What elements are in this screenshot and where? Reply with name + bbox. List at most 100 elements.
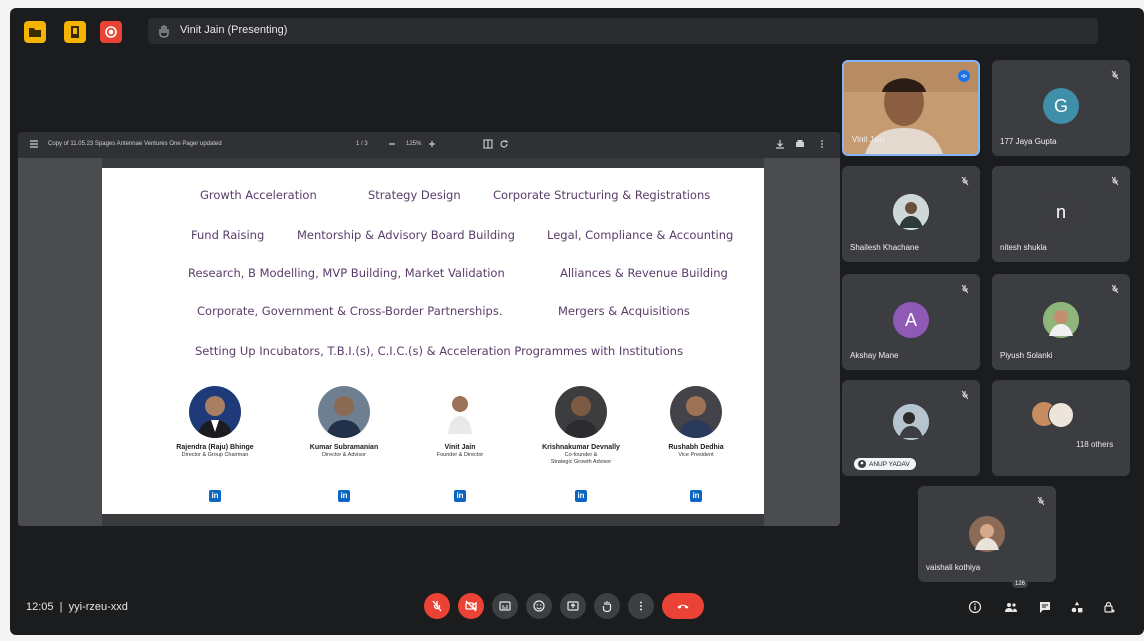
service-item: Corporate Structuring & Registrations <box>493 188 711 202</box>
emoji-button[interactable] <box>526 593 552 619</box>
participant-name: Vinit Jain <box>852 135 885 144</box>
shared-screen: Copy of 11.05.23 Spages Antennae Venture… <box>18 132 840 526</box>
people-button[interactable] <box>1002 598 1020 616</box>
team-member-role: Vice President <box>678 452 714 458</box>
zoom-in-icon[interactable] <box>426 138 438 150</box>
record-icon <box>105 26 117 38</box>
more-options-button[interactable] <box>628 593 654 619</box>
bookmark-icon-button[interactable] <box>64 21 86 43</box>
participant-name-chip: ANUP YADAV <box>854 458 916 470</box>
zoom-out-icon[interactable] <box>386 138 398 150</box>
fit-page-icon[interactable] <box>482 138 494 150</box>
zoom-level[interactable]: 125% <box>406 141 421 147</box>
participant-avatar <box>893 194 929 230</box>
service-item: Research, B Modelling, MVP Building, Mar… <box>188 266 505 280</box>
participant-avatar: A <box>893 302 929 338</box>
mic-off-icon <box>961 284 969 294</box>
raise-hand-button[interactable] <box>594 593 620 619</box>
participant-tile[interactable]: Shailesh Khachane <box>842 166 980 262</box>
team-member-photo <box>434 386 486 438</box>
rotate-icon[interactable] <box>498 138 510 150</box>
others-count: 118 others <box>1076 440 1114 449</box>
linkedin-icon[interactable]: in <box>454 490 466 502</box>
chat-button[interactable] <box>1036 598 1054 616</box>
participant-tile[interactable]: A Akshay Mane <box>842 274 980 370</box>
team-member: Vinit Jain Founder & Director <box>400 386 520 459</box>
camera-off-icon <box>465 600 477 612</box>
participant-name: ANUP YADAV <box>869 460 910 468</box>
leave-call-button[interactable] <box>662 593 704 619</box>
pdf-viewer-toolbar: Copy of 11.05.23 Spages Antennae Venture… <box>18 132 840 158</box>
record-button[interactable] <box>100 21 122 43</box>
service-item: Alliances & Revenue Building <box>560 266 728 280</box>
participant-avatar <box>893 404 929 440</box>
linkedin-icon[interactable]: in <box>690 490 702 502</box>
page-indicator[interactable]: 1 / 3 <box>356 141 368 147</box>
bottom-control-bar: 12:05 | yyi-rzeu-xxd <box>10 579 1144 635</box>
top-bar: Vinit Jain (Presenting) <box>10 8 1144 52</box>
service-item: Mergers & Acquisitions <box>558 304 690 318</box>
present-icon <box>567 601 579 611</box>
mic-toggle-button[interactable] <box>424 593 450 619</box>
meeting-details-button[interactable] <box>966 598 984 616</box>
participant-name: nitesh shukla <box>1000 243 1047 252</box>
participant-tile[interactable]: Piyush Solanki <box>992 274 1130 370</box>
mic-off-icon <box>961 176 969 186</box>
mic-off-icon <box>1111 70 1119 80</box>
team-member-photo <box>555 386 607 438</box>
team-member-name: Rajendra (Raju) Bhinge <box>176 444 254 451</box>
presenter-label: Vinit Jain (Presenting) <box>180 24 288 36</box>
page-margin-right <box>764 158 840 526</box>
linkedin-icon[interactable]: in <box>209 490 221 502</box>
camera-toggle-button[interactable] <box>458 593 484 619</box>
participant-count-badge: 126 <box>1012 580 1029 588</box>
service-item: Fund Raising <box>191 228 265 242</box>
participant-tile[interactable]: ANUP YADAV <box>842 380 980 476</box>
self-view-tile[interactable]: vaishali kothiya <box>918 486 1056 582</box>
captions-button[interactable] <box>492 593 518 619</box>
others-tile[interactable]: 118 others <box>992 380 1130 476</box>
mic-off-icon <box>1111 176 1119 186</box>
participant-tile-active-speaker[interactable]: Vinit Jain <box>842 60 980 156</box>
participant-avatar: G <box>1043 88 1079 124</box>
team-member-photo <box>189 386 241 438</box>
clock-time: 12:05 <box>26 601 54 613</box>
download-icon[interactable] <box>774 138 786 150</box>
team-member: Krishnakumar Devnally Co-founder & Strat… <box>521 386 641 466</box>
activities-button[interactable] <box>1068 598 1086 616</box>
participant-tile[interactable]: n nitesh shukla <box>992 166 1130 262</box>
chat-icon <box>1040 602 1050 613</box>
present-screen-button[interactable] <box>560 593 586 619</box>
participant-name: vaishali kothiya <box>926 563 981 572</box>
participant-avatar: n <box>1043 194 1079 230</box>
service-item: Growth Acceleration <box>200 188 317 202</box>
print-icon[interactable] <box>794 138 806 150</box>
linkedin-icon[interactable]: in <box>575 490 587 502</box>
team-member-name: Vinit Jain <box>444 444 476 451</box>
speaking-indicator-icon <box>958 70 970 82</box>
page-margin-left <box>18 158 102 526</box>
service-item: Corporate, Government & Cross-Border Par… <box>197 304 503 318</box>
folder-icon-button[interactable] <box>24 21 46 43</box>
menu-icon[interactable] <box>28 138 40 150</box>
host-controls-button[interactable] <box>1100 598 1118 616</box>
participant-name: Piyush Solanki <box>1000 351 1053 360</box>
mic-off-icon <box>961 390 969 400</box>
mic-off-icon <box>1111 284 1119 294</box>
team-member-photo <box>318 386 370 438</box>
mic-off-icon <box>432 600 442 612</box>
info-icon <box>968 600 982 614</box>
team-member-role: Founder & Director <box>436 452 484 458</box>
participant-avatar <box>969 516 1005 552</box>
participant-avatar <box>1043 302 1079 338</box>
folder-icon <box>29 28 41 37</box>
team-member-name: Rushabh Dedhia <box>668 444 724 451</box>
linkedin-icon[interactable]: in <box>338 490 350 502</box>
team-member: Rajendra (Raju) Bhinge Director & Group … <box>155 386 275 459</box>
more-vert-icon[interactable] <box>816 138 828 150</box>
participant-name: Akshay Mane <box>850 351 899 360</box>
presenting-banner: Vinit Jain (Presenting) <box>148 18 1098 44</box>
service-item: Legal, Compliance & Accounting <box>547 228 734 242</box>
participant-tile[interactable]: G 177 Jaya Gupta <box>992 60 1130 156</box>
service-item: Mentorship & Advisory Board Building <box>297 228 515 242</box>
